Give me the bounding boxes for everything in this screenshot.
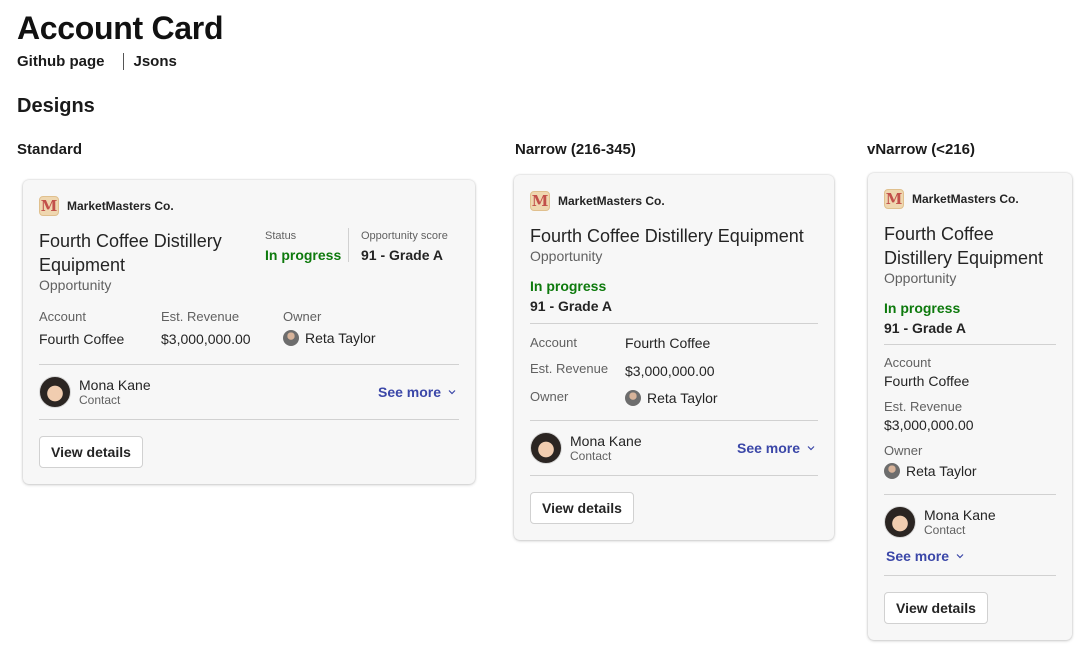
contact-avatar [884, 506, 916, 538]
card-subtitle: Opportunity [39, 277, 112, 293]
chevron-down-icon [448, 390, 456, 395]
view-details-button[interactable]: View details [884, 592, 988, 624]
card-divider [39, 419, 459, 420]
status-value: In progress [884, 300, 961, 316]
status-value: In progress [265, 247, 342, 263]
account-card-standard: M MarketMasters Co. Fourth Coffee Distil… [23, 180, 475, 484]
card-brand: M MarketMasters Co. [884, 189, 1019, 209]
account-value: Fourth Coffee [884, 373, 970, 389]
chevron-down-icon [807, 446, 815, 451]
field-divider [348, 228, 349, 262]
owner-label: Owner [283, 309, 322, 324]
contact[interactable]: Mona Kane Contact [884, 506, 996, 538]
chevron-down-icon [956, 554, 964, 559]
contact-role: Contact [570, 449, 612, 463]
account-label: Account [884, 355, 931, 370]
revenue-label: Est. Revenue [884, 399, 963, 414]
see-more-button[interactable]: See more [378, 384, 457, 400]
card-divider [39, 364, 459, 365]
revenue-label: Est. Revenue [161, 309, 240, 324]
status-value: In progress [530, 278, 607, 294]
company-logo-icon: M [39, 196, 59, 216]
score-value: 91 - Grade A [530, 298, 612, 314]
account-value: Fourth Coffee [39, 331, 125, 347]
company-name: MarketMasters Co. [912, 192, 1019, 206]
view-details-button[interactable]: View details [530, 492, 634, 524]
owner-label: Owner [530, 389, 569, 404]
card-divider [884, 575, 1056, 576]
contact-name: Mona Kane [570, 433, 642, 449]
card-divider [530, 323, 818, 324]
card-title[interactable]: Fourth Coffee Distillery Equipment [884, 222, 1064, 270]
revenue-value: $3,000,000.00 [884, 417, 974, 433]
link-divider [122, 53, 124, 70]
owner-value[interactable]: Reta Taylor [884, 463, 977, 479]
company-name: MarketMasters Co. [558, 194, 665, 208]
owner-value[interactable]: Reta Taylor [283, 330, 376, 346]
see-more-button[interactable]: See more [737, 440, 816, 456]
column-title-narrow: Narrow (216-345) [515, 141, 636, 158]
revenue-value: $3,000,000.00 [161, 331, 251, 347]
status-label: Status [265, 230, 297, 242]
header-links: Github page Jsons [17, 53, 177, 70]
company-logo-icon: M [884, 189, 904, 209]
account-label: Account [39, 309, 86, 324]
owner-value[interactable]: Reta Taylor [625, 390, 718, 406]
contact[interactable]: Mona Kane Contact [39, 376, 151, 408]
contact-name: Mona Kane [924, 507, 996, 523]
score-value: 91 - Grade A [361, 247, 443, 263]
contact-name: Mona Kane [79, 377, 151, 393]
account-card-narrow: M MarketMasters Co. Fourth Coffee Distil… [514, 175, 834, 540]
company-name: MarketMasters Co. [67, 199, 174, 213]
score-label: Opportunity score [361, 230, 448, 242]
revenue-value: $3,000,000.00 [625, 363, 715, 379]
account-value: Fourth Coffee [625, 335, 711, 351]
card-divider [530, 420, 818, 421]
account-label: Account [530, 335, 577, 350]
owner-avatar [625, 390, 641, 406]
card-subtitle: Opportunity [884, 270, 957, 286]
card-subtitle: Opportunity [530, 248, 603, 264]
see-more-button[interactable]: See more [886, 548, 965, 564]
account-card-vnarrow: M MarketMasters Co. Fourth Coffee Distil… [868, 173, 1072, 640]
section-title: Designs [17, 95, 95, 117]
company-logo-icon: M [530, 191, 550, 211]
card-brand: M MarketMasters Co. [39, 196, 174, 216]
contact-role: Contact [79, 393, 121, 407]
contact-role: Contact [924, 523, 966, 537]
page-title: Account Card [17, 10, 224, 46]
revenue-label: Est. Revenue [530, 361, 609, 376]
contact[interactable]: Mona Kane Contact [530, 432, 642, 464]
contact-avatar [39, 376, 71, 408]
owner-label: Owner [884, 443, 923, 458]
jsons-link[interactable]: Jsons [134, 53, 177, 70]
owner-avatar [283, 330, 299, 346]
card-title[interactable]: Fourth Coffee Distillery Equipment [39, 229, 249, 277]
card-divider [884, 344, 1056, 345]
column-title-standard: Standard [17, 141, 83, 158]
card-divider [530, 475, 818, 476]
owner-avatar [884, 463, 900, 479]
contact-avatar [530, 432, 562, 464]
view-details-button[interactable]: View details [39, 436, 143, 468]
card-divider [884, 494, 1056, 495]
score-value: 91 - Grade A [884, 320, 966, 336]
card-brand: M MarketMasters Co. [530, 191, 665, 211]
github-page-link[interactable]: Github page [17, 53, 105, 70]
card-title[interactable]: Fourth Coffee Distillery Equipment [530, 224, 804, 248]
column-title-vnarrow: vNarrow (<216) [867, 141, 975, 158]
